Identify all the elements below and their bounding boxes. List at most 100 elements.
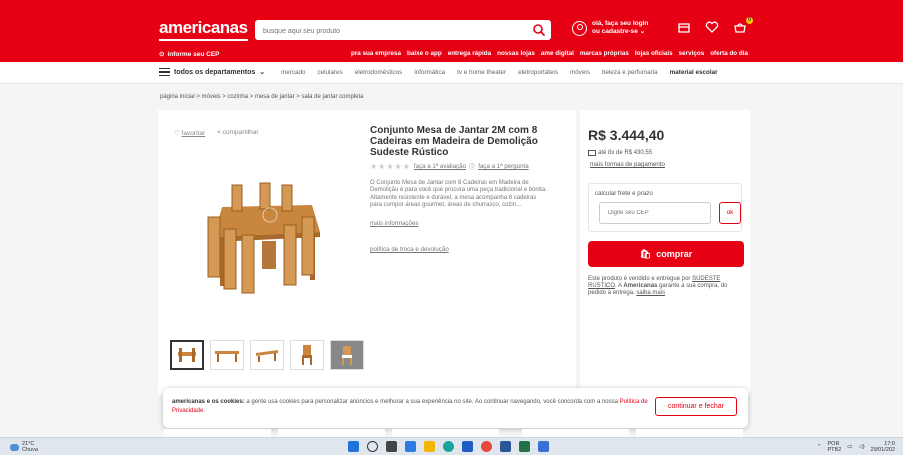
- nav-link-bold[interactable]: material escolar: [670, 69, 718, 76]
- cep-input[interactable]: [599, 202, 711, 224]
- widgets-icon[interactable]: [405, 441, 416, 452]
- top-link[interactable]: nossas lojas: [497, 50, 535, 57]
- seller-mid: . A: [615, 283, 622, 289]
- nav-link[interactable]: eletrodomésticos: [355, 69, 403, 76]
- seller-brand: Americanas: [623, 283, 658, 289]
- menu-icon: [159, 68, 170, 76]
- nav-link[interactable]: informática: [414, 69, 445, 76]
- top-link[interactable]: ame digital: [541, 50, 574, 57]
- thumbnail[interactable]: [170, 340, 204, 370]
- top-link[interactable]: pra sua empresa: [351, 50, 401, 57]
- star-rating-icon: ★★★★★: [370, 162, 411, 171]
- nav-link[interactable]: beleza e perfumaria: [602, 69, 658, 76]
- nav-link[interactable]: celulares: [318, 69, 343, 76]
- volume-icon[interactable]: ◁): [858, 444, 864, 450]
- nav-link[interactable]: tv e home theater: [457, 69, 506, 76]
- cart-button[interactable]: 0: [733, 17, 753, 39]
- cookie-accept-button[interactable]: continuar e fechar: [655, 397, 737, 416]
- cookie-text: americanas e os cookies: a gente usa coo…: [172, 398, 652, 416]
- excel-icon[interactable]: [519, 441, 530, 452]
- top-link[interactable]: baixe o app: [407, 50, 442, 57]
- store-app-icon[interactable]: [462, 441, 473, 452]
- breadcrumb-item[interactable]: mesa de jantar: [255, 94, 295, 100]
- rating-row: ★★★★★ faça a 1ª avaliação ⓘ faça a 1ª pe…: [370, 162, 529, 171]
- learn-more-link[interactable]: saiba mais: [636, 290, 665, 296]
- question-link[interactable]: faça a 1ª pergunta: [478, 163, 528, 170]
- file-explorer-icon[interactable]: [424, 441, 435, 452]
- cart-icon: [734, 23, 746, 33]
- breadcrumb-item[interactable]: sala de jantar completa: [301, 94, 363, 100]
- header: americanas olá, faça seu login ou cadast…: [0, 0, 903, 62]
- breadcrumb-item[interactable]: cozinha: [227, 94, 248, 100]
- weather-widget[interactable]: 21°C Chuva: [10, 441, 38, 453]
- nav-link[interactable]: móveis: [570, 69, 590, 76]
- nav-link[interactable]: mercado: [281, 69, 306, 76]
- favorite-label: favoritar: [181, 130, 206, 137]
- top-link[interactable]: serviços: [679, 50, 705, 57]
- login-link[interactable]: olá, faça seu login ou cadastre-se ⌄: [572, 20, 648, 36]
- start-icon[interactable]: [348, 441, 359, 452]
- share-label: compartilhar: [222, 129, 259, 136]
- recommendation-card[interactable]: [636, 429, 743, 437]
- app-icon[interactable]: [538, 441, 549, 452]
- cep-ok-button[interactable]: ok: [719, 202, 741, 224]
- nav-link[interactable]: eletroportáteis: [518, 69, 558, 76]
- login-line2: ou cadastre-se: [592, 28, 638, 35]
- search-input[interactable]: [255, 21, 515, 42]
- installments-text: até 8x de R$ 430,55: [598, 150, 653, 156]
- recommendation-card[interactable]: [164, 429, 271, 437]
- share-button[interactable]: < compartilhar: [217, 129, 258, 137]
- windows-taskbar: 21°C Chuva ⌃ POR PTB2 ▭ ◁) 17:0 29/01/20…: [0, 437, 903, 455]
- heart-icon[interactable]: [705, 20, 719, 34]
- word-icon[interactable]: [500, 441, 511, 452]
- share-icon: <: [217, 129, 221, 136]
- recommendation-card[interactable]: [278, 429, 385, 437]
- favorite-button[interactable]: ♡ favoritar: [174, 129, 205, 137]
- cep-label: informe seu CEP: [167, 50, 220, 58]
- network-icon[interactable]: ▭: [847, 444, 852, 450]
- thumbnail[interactable]: [330, 340, 364, 370]
- top-links: pra sua empresa baixe o app entrega rápi…: [351, 50, 748, 57]
- recommendation-card[interactable]: [392, 429, 499, 437]
- login-line1: olá, faça seu login: [592, 20, 649, 27]
- more-info-link[interactable]: mais informações: [370, 220, 419, 227]
- breadcrumb-item[interactable]: móveis: [202, 94, 221, 100]
- cep-link[interactable]: ⊙ informe seu CEP: [159, 50, 220, 59]
- return-policy-link[interactable]: política de troca e devolução: [370, 246, 449, 253]
- top-link[interactable]: entrega rápida: [448, 50, 491, 57]
- thumbnail[interactable]: [290, 340, 324, 370]
- top-link[interactable]: marcas próprias: [580, 50, 629, 57]
- all-departments-menu[interactable]: todos os departamentos ⌄: [159, 68, 265, 76]
- language-line2[interactable]: PTB2: [828, 447, 842, 453]
- credit-card-icon: [588, 150, 596, 156]
- recommendation-card[interactable]: [522, 429, 629, 437]
- product-title: Conjunto Mesa de Jantar 2M com 8 Cadeira…: [370, 125, 538, 158]
- edge-icon[interactable]: [443, 441, 454, 452]
- product-description: O Conjunto Mesa de Jantar com 8 Cadeiras…: [370, 180, 547, 208]
- payment-options-link[interactable]: mais formas de pagamento: [590, 161, 665, 168]
- buy-button[interactable]: 🛍 comprar: [588, 241, 744, 267]
- task-view-icon[interactable]: [386, 441, 397, 452]
- rain-cloud-icon: [10, 443, 19, 451]
- search-icon[interactable]: [532, 23, 546, 37]
- thumbnail[interactable]: [210, 340, 244, 370]
- thumbnail[interactable]: [250, 340, 284, 370]
- search-bar[interactable]: [255, 20, 551, 42]
- department-nav: todos os departamentos ⌄ mercado celular…: [0, 62, 903, 84]
- rate-link[interactable]: faça a 1ª avaliação: [414, 163, 466, 170]
- top-link[interactable]: oferta do dia: [710, 50, 748, 57]
- taskbar-search-icon[interactable]: [367, 441, 378, 452]
- system-tray: ⌃ POR PTB2 ▭ ◁) 17:0 29/01/202: [817, 441, 895, 453]
- breadcrumb-item[interactable]: página inicial: [160, 94, 195, 100]
- chevron-up-icon[interactable]: ⌃: [817, 444, 822, 450]
- chrome-icon[interactable]: [481, 441, 492, 452]
- user-icon: [572, 20, 587, 36]
- cookie-title: americanas e os cookies:: [172, 399, 245, 405]
- question-icon: ⓘ: [469, 164, 476, 171]
- product-main-image[interactable]: [202, 177, 332, 302]
- top-link[interactable]: lojas oficiais: [635, 50, 673, 57]
- buy-label: comprar: [656, 249, 693, 259]
- clock[interactable]: 17:0 29/01/202: [871, 441, 895, 453]
- store-icon[interactable]: [677, 20, 691, 34]
- americanas-logo[interactable]: americanas: [159, 18, 248, 41]
